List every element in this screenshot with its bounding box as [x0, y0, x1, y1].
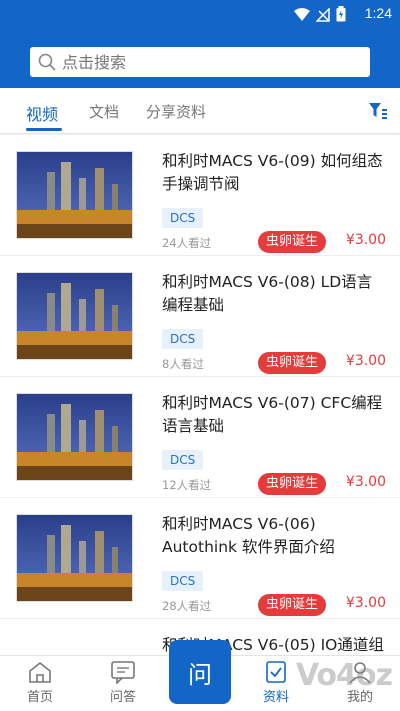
ask-question-button[interactable]: 问 — [169, 640, 231, 704]
tab-documents[interactable]: 文档 — [89, 101, 119, 122]
list-item[interactable]: 和利时MACS V6-(06) Autothink 软件界面介绍 DCS 28人… — [0, 498, 400, 619]
chat-icon — [111, 661, 135, 684]
status-icons — [294, 6, 346, 26]
nav-home[interactable]: 首页 — [10, 660, 70, 705]
view-count: 8人看过 — [162, 357, 204, 371]
list-item[interactable]: 和利时MACS V6-(07) CFC编程语言基础 DCS 12人看过 虫卵诞生… — [0, 377, 400, 498]
video-thumbnail[interactable] — [16, 151, 133, 239]
category-tabs: 视频 文档 分享资料 — [0, 88, 400, 134]
status-time: 1:24 — [364, 5, 392, 21]
view-count: 24人看过 — [162, 236, 212, 250]
category-tag: DCS — [162, 329, 204, 349]
level-badge: 虫卵诞生 — [258, 473, 327, 495]
wifi-icon — [294, 7, 310, 26]
nav-qa[interactable]: 问答 — [93, 660, 153, 705]
search-icon — [38, 53, 56, 71]
level-badge: 虫卵诞生 — [258, 231, 327, 253]
watermark-logo: Vo4oz — [295, 658, 393, 693]
category-tag: DCS — [162, 450, 204, 470]
level-badge: 虫卵诞生 — [258, 352, 327, 374]
home-icon — [29, 661, 51, 683]
filter-icon[interactable] — [368, 102, 388, 120]
video-list: 和利时MACS V6-(09) 如何组态手操调节阀 DCS 24人看过 虫卵诞生… — [0, 135, 400, 659]
list-item[interactable]: 和利时MACS V6-(09) 如何组态手操调节阀 DCS 24人看过 虫卵诞生… — [0, 135, 400, 256]
tab-shared-materials[interactable]: 分享资料 — [146, 101, 206, 122]
document-icon — [266, 661, 286, 683]
view-count: 12人看过 — [162, 478, 212, 492]
view-count: 28人看过 — [162, 599, 212, 613]
video-title[interactable]: 和利时MACS V6-(08) LD语言编程基础 — [162, 271, 387, 317]
price: ¥3.00 — [345, 474, 386, 490]
video-title[interactable]: 和利时MACS V6-(06) Autothink 软件界面介绍 — [162, 513, 387, 559]
status-bar: 1:24 — [0, 0, 400, 28]
nav-qa-label: 问答 — [109, 690, 136, 705]
no-signal-icon — [315, 6, 330, 26]
price: ¥3.00 — [345, 595, 386, 611]
search-box[interactable] — [30, 47, 370, 77]
video-thumbnail[interactable] — [16, 514, 133, 602]
price: ¥3.00 — [345, 353, 386, 369]
header — [0, 28, 400, 88]
video-thumbnail[interactable] — [16, 393, 133, 481]
nav-home-label: 首页 — [26, 690, 53, 705]
category-tag: DCS — [162, 208, 204, 228]
search-input[interactable] — [62, 52, 352, 72]
nav-materials-label: 资料 — [262, 690, 289, 705]
video-thumbnail[interactable] — [16, 272, 133, 360]
category-tag: DCS — [162, 571, 204, 591]
level-badge: 虫卵诞生 — [258, 594, 327, 616]
video-title[interactable]: 和利时MACS V6-(07) CFC编程语言基础 — [162, 392, 387, 438]
list-item[interactable]: 和利时MACS V6-(08) LD语言编程基础 DCS 8人看过 虫卵诞生 ¥… — [0, 256, 400, 377]
tab-video[interactable]: 视频 — [26, 101, 58, 125]
battery-icon — [336, 6, 346, 26]
active-tab-indicator — [26, 128, 62, 131]
video-title[interactable]: 和利时MACS V6-(09) 如何组态手操调节阀 — [162, 150, 387, 196]
price: ¥3.00 — [345, 232, 386, 248]
